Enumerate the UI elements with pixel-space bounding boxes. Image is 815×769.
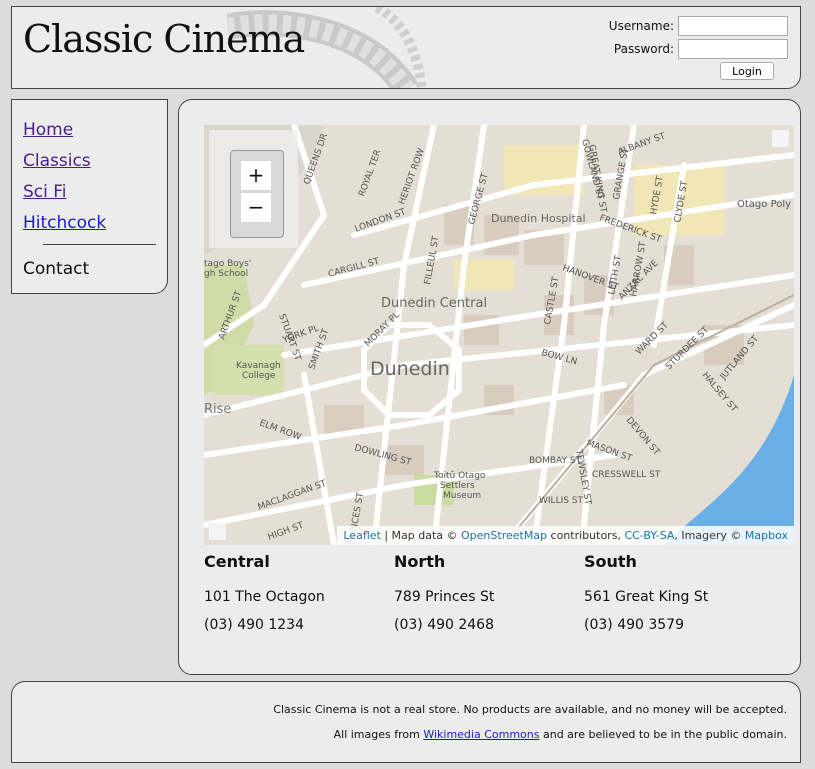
attribution-text: , Imagery © — [674, 529, 745, 542]
zoom-in-button[interactable]: + — [241, 161, 271, 190]
password-input[interactable] — [678, 39, 788, 59]
svg-text:Dunedin: Dunedin — [370, 358, 450, 380]
svg-text:gh School: gh School — [204, 269, 248, 279]
nav-link-sci-fi[interactable]: Sci Fi — [23, 182, 167, 203]
svg-text:College: College — [242, 371, 276, 381]
mapbox-link[interactable]: Mapbox — [745, 529, 788, 542]
nav-link-hitchcock[interactable]: Hitchcock — [23, 213, 167, 234]
store-name: South — [584, 552, 637, 571]
store-address: 789 Princes St — [394, 589, 495, 605]
svg-text:Dunedin Central: Dunedin Central — [381, 296, 487, 311]
wikimedia-link[interactable]: Wikimedia Commons — [423, 728, 539, 741]
store-phone: (03) 490 3579 — [584, 617, 684, 633]
nav-link-home[interactable]: Home — [23, 120, 167, 141]
nav-link-classics[interactable]: Classics — [23, 151, 167, 172]
store-south: South 561 Great King St (03) 490 3579 — [584, 552, 764, 633]
store-address: 101 The Octagon — [204, 589, 325, 605]
store-address: 561 Great King St — [584, 589, 709, 605]
footer-credits: All images from Wikimedia Commons and ar… — [334, 728, 787, 741]
login-form: Username: Password: Login — [609, 16, 788, 80]
site-logo[interactable]: Classic Cinema — [23, 17, 305, 61]
login-button[interactable]: Login — [720, 62, 774, 80]
footer-credits-prefix: All images from — [333, 728, 424, 741]
store-phone: (03) 490 1234 — [204, 617, 304, 633]
svg-text:BOMBAY ST: BOMBAY ST — [529, 456, 582, 466]
site-footer: Classic Cinema is not a real store. No p… — [11, 681, 801, 763]
username-input[interactable] — [678, 16, 788, 36]
password-label: Password: — [613, 42, 674, 56]
store-name: Central — [204, 552, 270, 571]
store-central: Central 101 The Octagon (03) 490 1234 — [204, 552, 384, 633]
store-phone: (03) 490 2468 — [394, 617, 494, 633]
svg-text:Kavanagh: Kavanagh — [236, 361, 281, 371]
zoom-control: + − — [230, 150, 284, 238]
store-north: North 789 Princes St (03) 490 2468 — [394, 552, 574, 633]
svg-text:tago Boys': tago Boys' — [204, 259, 251, 269]
svg-text:Toitū Otago: Toitū Otago — [433, 471, 486, 481]
nav-divider — [43, 244, 156, 245]
osm-link[interactable]: OpenStreetMap — [461, 529, 547, 542]
zoom-out-button[interactable]: − — [241, 193, 271, 222]
svg-text:Dunedin Hospital: Dunedin Hospital — [491, 212, 586, 225]
svg-text:Settlers: Settlers — [440, 481, 475, 491]
svg-text:CRESSWELL ST: CRESSWELL ST — [592, 470, 661, 480]
footer-credits-suffix: and are believed to be in the public dom… — [539, 728, 787, 741]
sidebar-nav: Home Classics Sci Fi Hitchcock Contact — [11, 99, 168, 294]
site-header: Classic Cinema Username: Password: Login — [11, 6, 801, 89]
map-tile-placeholder — [772, 130, 789, 147]
map-tile-placeholder — [209, 523, 226, 540]
svg-text:WILLIS ST: WILLIS ST — [539, 496, 584, 506]
footer-disclaimer: Classic Cinema is not a real store. No p… — [273, 703, 787, 716]
attribution-text: contributors, — [547, 529, 625, 542]
nav-contact-label: Contact — [23, 259, 90, 279]
main-content: Dunedin Central Dunedin Dunedin Hospital… — [178, 99, 801, 675]
license-link[interactable]: CC-BY-SA — [624, 529, 674, 542]
map-attribution: Leaflet | Map data © OpenStreetMap contr… — [337, 526, 794, 545]
attribution-text: | Map data © — [380, 529, 462, 542]
svg-text:Rise: Rise — [204, 402, 231, 417]
leaflet-link[interactable]: Leaflet — [343, 529, 380, 542]
store-name: North — [394, 552, 446, 571]
map-zoom-panel: + − — [209, 130, 298, 248]
svg-text:Otago Poly: Otago Poly — [737, 199, 791, 210]
svg-text:Museum: Museum — [443, 491, 481, 501]
store-map[interactable]: Dunedin Central Dunedin Dunedin Hospital… — [204, 125, 794, 545]
username-label: Username: — [608, 19, 674, 33]
